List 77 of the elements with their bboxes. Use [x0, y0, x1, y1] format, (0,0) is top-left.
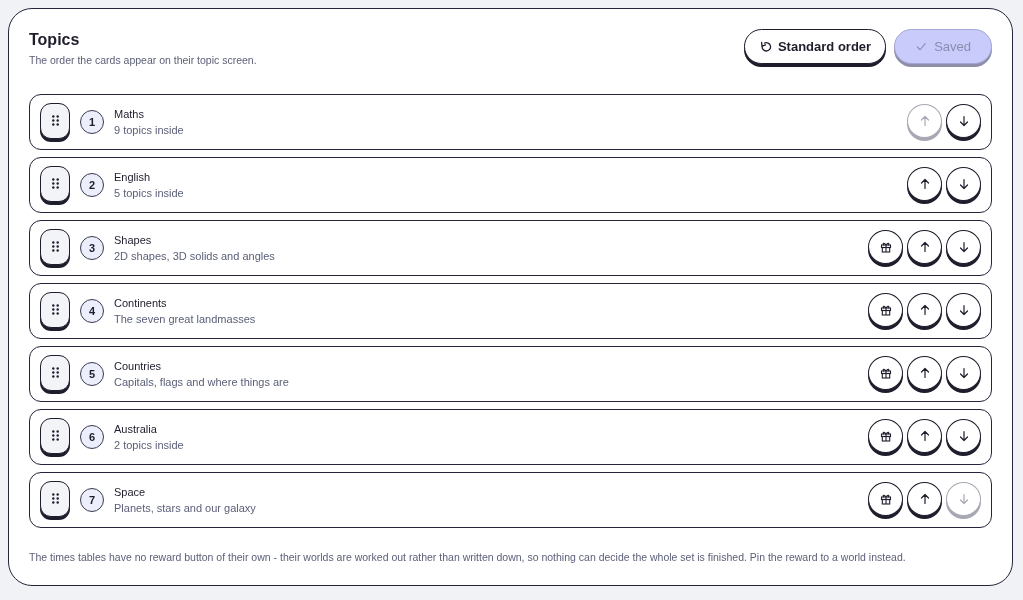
grip-icon — [51, 430, 59, 441]
arrow-up-icon — [918, 429, 931, 442]
reset-icon — [758, 40, 772, 53]
grip-icon — [51, 304, 59, 315]
grip-icon — [51, 367, 59, 378]
topic-detail: The seven great landmasses — [114, 313, 257, 325]
topic-detail: 2D shapes, 3D solids and angles — [114, 250, 276, 262]
topic-detail: 9 topics inside — [114, 124, 185, 136]
arrow-down-icon — [957, 177, 970, 190]
arrow-up-icon — [918, 240, 931, 253]
position-number: 1 — [80, 110, 104, 134]
drag-handle[interactable] — [40, 165, 70, 202]
topic-name: Maths — [114, 108, 145, 120]
panel-subtitle: The order the cards appear on their topic screen. — [29, 54, 257, 66]
arrow-down-icon — [957, 240, 970, 253]
reward-button[interactable] — [868, 229, 903, 264]
arrow-up-icon — [918, 114, 931, 127]
standard-order-button[interactable]: Standard order — [743, 29, 887, 64]
move-down-button[interactable] — [946, 103, 981, 138]
gift-icon — [879, 240, 892, 253]
drag-handle[interactable] — [40, 417, 70, 454]
topic-detail: 2 topics inside — [114, 439, 185, 451]
topic-detail: Planets, stars and our galaxy — [114, 502, 257, 514]
drag-handle[interactable] — [40, 291, 70, 328]
grip-icon — [51, 178, 59, 189]
topic-detail: Capitals, flags and where things are — [114, 376, 290, 388]
drag-handle[interactable] — [40, 102, 70, 139]
drag-handle[interactable] — [40, 480, 70, 517]
topic-name: Continents — [114, 297, 168, 309]
grip-icon — [51, 115, 59, 126]
move-down-button[interactable] — [946, 229, 981, 264]
reward-button[interactable] — [868, 418, 903, 453]
move-down-button[interactable] — [946, 355, 981, 390]
position-number: 2 — [80, 173, 104, 197]
move-up-button[interactable] — [907, 481, 942, 516]
topic-name: Australia — [114, 423, 158, 435]
arrow-up-icon — [918, 303, 931, 316]
arrow-down-icon — [957, 114, 970, 127]
check-icon — [915, 40, 929, 53]
position-number: 4 — [80, 299, 104, 323]
move-down-button[interactable] — [946, 292, 981, 327]
topic-name: Shapes — [114, 234, 153, 246]
topic-name: English — [114, 171, 152, 183]
gift-icon — [879, 303, 892, 316]
position-number: 7 — [80, 488, 104, 512]
grip-icon — [51, 493, 59, 504]
grip-icon — [51, 241, 59, 252]
reward-button[interactable] — [868, 292, 903, 327]
topic-name: Countries — [114, 360, 163, 372]
move-up-button[interactable] — [907, 355, 942, 390]
gift-icon — [879, 366, 892, 379]
topic-name: Space — [114, 486, 147, 498]
drag-handle[interactable] — [40, 354, 70, 391]
arrow-up-icon — [918, 177, 931, 190]
position-number: 3 — [80, 236, 104, 260]
arrow-up-icon — [918, 366, 931, 379]
reward-button[interactable] — [868, 481, 903, 516]
move-down-button[interactable] — [946, 166, 981, 201]
position-number: 6 — [80, 425, 104, 449]
footnote: The times tables have no reward button of their own - their worlds are worked out rather than written down, so nothing can decide the whole set is finished. Pin the reward to a world instead. — [29, 551, 907, 563]
panel-title: Topics — [29, 31, 81, 49]
gift-icon — [879, 429, 892, 442]
move-up-button[interactable] — [907, 166, 942, 201]
move-down-button[interactable] — [946, 418, 981, 453]
arrow-down-icon — [957, 366, 970, 379]
move-up-button[interactable] — [907, 292, 942, 327]
drag-handle[interactable] — [40, 228, 70, 265]
position-number: 5 — [80, 362, 104, 386]
arrow-down-icon — [957, 303, 970, 316]
gift-icon — [879, 492, 892, 505]
reward-button[interactable] — [868, 355, 903, 390]
move-up-button[interactable] — [907, 229, 942, 264]
arrow-down-icon — [957, 492, 970, 505]
move-up-button[interactable] — [907, 418, 942, 453]
arrow-down-icon — [957, 429, 970, 442]
arrow-up-icon — [918, 492, 931, 505]
topic-detail: 5 topics inside — [114, 187, 185, 199]
